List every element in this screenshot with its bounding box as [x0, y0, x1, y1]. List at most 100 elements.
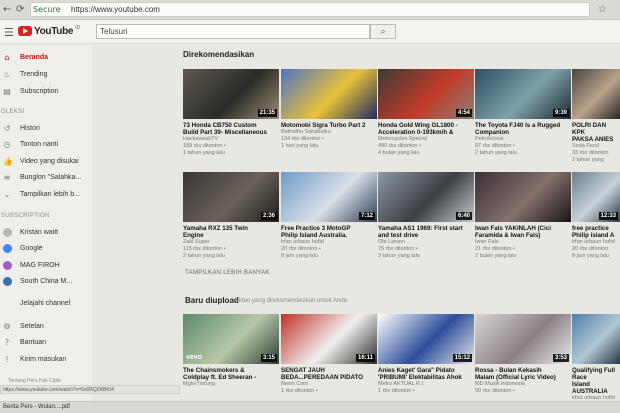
video-title[interactable]: 73 Honda CB750 Custom Build Part 39- Mis…: [183, 122, 279, 136]
video-title[interactable]: SENGAT JAUH BEDA...PEREDAAN PIDATO: [281, 367, 377, 381]
subscription-icon: ▤: [3, 86, 11, 96]
star-icon[interactable]: ☆: [598, 4, 607, 16]
video-thumbnail[interactable]: 12:33: [572, 172, 620, 222]
video-thumbnail[interactable]: 16:11: [281, 314, 377, 364]
sidebar-item-label: Beranda: [20, 53, 49, 61]
address-bar[interactable]: Secure https://www.youtube.com: [30, 2, 590, 17]
sidebar-item-label: MAG FIROH: [20, 261, 60, 269]
back-icon[interactable]: ←: [3, 4, 11, 16]
video-card[interactable]: vevo 3:15 The Chainsmokers & Coldplay ft. …: [183, 314, 279, 388]
video-title[interactable]: POLRI DAN KPK PAKSA ANIES: [572, 122, 620, 143]
uploads-subtitle: Video yang direkomendasikan untuk Anda: [235, 298, 347, 304]
video-thumbnail[interactable]: 9:39: [475, 69, 571, 119]
video-card[interactable]: 4:54 Honda Gold Wing GL1800 - Acceleratio…: [378, 69, 474, 157]
video-meta: Motorcycles Special 490 rbx ditonton • 4…: [378, 136, 427, 156]
sidebar-item[interactable]: 👍 Video yang disukai: [0, 154, 92, 168]
video-meta: Petrolicious 97 rbx ditonton • 2 tahun y…: [475, 136, 517, 156]
download-bar: Berita Pers - Wulan....pdf: [0, 401, 620, 413]
video-title[interactable]: Free Practice 3 MotoGP Philip Island Aus…: [281, 225, 377, 239]
sidebar-item[interactable]: ? Bantuan: [0, 336, 92, 350]
playlist-icon: ≡: [3, 173, 11, 182]
video-card[interactable]: 9:39 The Toyota FJ40 Is a Rugged Companio…: [475, 69, 571, 157]
video-thumbnail[interactable]: 15:12: [378, 314, 474, 364]
gear-icon: ⚙: [3, 321, 11, 331]
reload-icon[interactable]: ⟳: [16, 4, 24, 16]
sidebar-item[interactable]: ! Kirim masukan: [0, 352, 92, 366]
sidebar-item[interactable]: ⚙ Setelan: [0, 319, 92, 333]
sidebar-item[interactable]: ⌄ Tampilkan lebih b...: [0, 187, 92, 201]
video-title[interactable]: Rossa - Bulan Kekasih Malam (Official Ly…: [475, 367, 571, 381]
video-card[interactable]: 6:40 Yamaha AS1 1969: First start and tes…: [378, 172, 474, 260]
video-card[interactable]: Qualifying Full Race Island AUSTRALIA irf…: [572, 314, 620, 409]
sidebar-item[interactable]: ♨ Trending: [0, 67, 92, 81]
sidebar-item-label: Video yang disukai: [20, 157, 79, 165]
flame-icon: ♨: [3, 69, 11, 79]
video-duration: 6:40: [455, 212, 472, 220]
video-card[interactable]: 21:35 73 Honda CB750 Custom Build Part 39…: [183, 69, 279, 157]
video-thumbnail[interactable]: 4:54: [378, 69, 474, 119]
video-card[interactable]: 3:53 Rossa - Bulan Kekasih Malam (Officia…: [475, 314, 571, 395]
sidebar-item[interactable]: Kristan waitt: [0, 225, 92, 239]
sidebar-footer-links[interactable]: Tentang Pers Hak Cipta: [8, 378, 61, 384]
menu-icon[interactable]: ☰: [4, 26, 14, 39]
show-more-button[interactable]: TAMPILKAN LEBIH BANYAK: [185, 270, 270, 276]
video-title[interactable]: Yamaha AS1 1969: First start and test dr…: [378, 225, 474, 239]
video-thumbnail[interactable]: [475, 172, 571, 222]
video-card[interactable]: 2:36 Yamaha RXZ 135 Twin Engine Zaki Super…: [183, 172, 279, 260]
sidebar-item[interactable]: ◷ Tonton nanti: [0, 138, 92, 152]
video-thumbnail[interactable]: [572, 314, 620, 364]
video-title[interactable]: free practice Philip island A: [572, 225, 620, 239]
sidebar-item-label: South China M...: [20, 278, 73, 285]
sidebar-item-label: Trending: [20, 70, 48, 78]
video-thumbnail[interactable]: [281, 69, 377, 119]
video-duration: 16:11: [355, 354, 375, 362]
video-card[interactable]: 12:33 free practice Philip island Airfan …: [572, 172, 620, 260]
recommended-title: Direkomendasikan: [183, 50, 255, 59]
sidebar-item[interactable]: Jelajahi channel: [0, 296, 92, 310]
youtube-play-icon: [18, 26, 32, 36]
sidebar-item[interactable]: South China M...: [0, 275, 92, 289]
video-card[interactable]: 7:12 Free Practice 3 MotoGP Philip Island…: [281, 172, 377, 260]
video-card[interactable]: 15:12 Anies Kaget' Gara" Pidato 'PRIBUMI'…: [378, 314, 474, 395]
sidebar-item-label: Kristan waitt: [20, 228, 59, 236]
video-title[interactable]: Motomobi Sigra Turbo Part 2: [281, 122, 377, 129]
youtube-logo[interactable]: YouTube ID: [18, 25, 80, 37]
video-thumbnail[interactable]: vevo 3:15: [183, 314, 279, 364]
video-thumbnail[interactable]: 21:35: [183, 69, 279, 119]
sidebar-item-label: Tampilkan lebih b...: [20, 190, 80, 198]
video-duration: 21:35: [257, 109, 277, 117]
video-thumbnail[interactable]: 7:12: [281, 172, 377, 222]
video-thumbnail[interactable]: 3:53: [475, 314, 571, 364]
video-title[interactable]: Iwan Fals YAKINLAH (Cici Faramida & Iwan…: [475, 225, 571, 239]
sidebar-item[interactable]: ↺ Histori: [0, 121, 92, 135]
sidebar-item[interactable]: Google: [0, 242, 92, 256]
video-card[interactable]: POLRI DAN KPK PAKSA ANIES Seda Ferul 33 r…: [572, 69, 620, 164]
download-item[interactable]: Berita Pers - Wulan....pdf: [3, 404, 70, 410]
video-title[interactable]: Qualifying Full Race Island AUSTRALIA: [572, 367, 620, 395]
video-meta: Metro AKTUAL R.I. 1 rbx ditonton •: [378, 381, 425, 394]
sidebar-item[interactable]: MAG FIROH: [0, 258, 92, 272]
sidebar-item-label: Subscription: [20, 87, 59, 95]
video-title[interactable]: The Chainsmokers & Coldplay ft. Ed Sheer…: [183, 367, 279, 381]
search-button[interactable]: ⌕: [370, 24, 396, 39]
video-card[interactable]: Iwan Fals YAKINLAH (Cici Faramida & Iwan…: [475, 172, 571, 260]
video-title[interactable]: The Toyota FJ40 Is a Rugged Companion: [475, 122, 571, 136]
video-card[interactable]: 16:11 SENGAT JAUH BEDA...PEREDAAN PIDATO N…: [281, 314, 377, 395]
video-thumbnail[interactable]: 2:36: [183, 172, 279, 222]
video-title[interactable]: Yamaha RXZ 135 Twin Engine: [183, 225, 279, 239]
sidebar-item[interactable]: ⌂ Beranda: [0, 50, 92, 64]
sidebar-item[interactable]: ▤ Subscription: [0, 84, 92, 98]
sidebar-item[interactable]: ≡ Bunglon "Salahka...: [0, 171, 92, 185]
search-input[interactable]: [96, 24, 370, 39]
video-card[interactable]: Motomobi Sigra Turbo Part 2 Bathathu Saha…: [281, 69, 377, 150]
secure-label: Secure: [33, 5, 61, 14]
video-meta: Ole Larsen 75 rbx ditonton • 3 tahun yan…: [378, 239, 420, 259]
video-meta: Bathathu Sahabatku 134 rbx ditonton • 1 …: [281, 129, 331, 149]
video-thumbnail[interactable]: [572, 69, 620, 119]
video-thumbnail[interactable]: 6:40: [378, 172, 474, 222]
sidebar-item-label: Setelan: [20, 322, 44, 330]
video-title[interactable]: Honda Gold Wing GL1800 - Acceleration 0-…: [378, 122, 474, 136]
video-title[interactable]: Anies Kaget' Gara" Pidato 'PRIBUMI' Elek…: [378, 367, 474, 381]
logo-text: YouTube: [34, 25, 74, 37]
vevo-logo: vevo: [186, 354, 202, 361]
